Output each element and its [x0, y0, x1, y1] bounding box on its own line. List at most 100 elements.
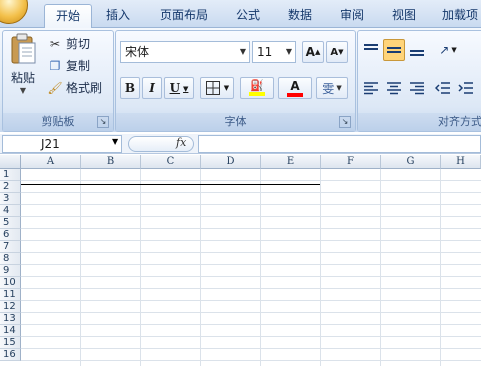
column-gridline	[140, 169, 141, 366]
tab-view[interactable]: 视图	[382, 4, 426, 28]
bold-button[interactable]: B	[120, 77, 140, 99]
row-gridline	[21, 192, 481, 193]
formula-input[interactable]	[198, 135, 481, 153]
underline-icon: U	[169, 81, 181, 95]
grow-font-icon: A	[305, 45, 315, 59]
column-header-b[interactable]: B	[81, 155, 141, 169]
align-center-button[interactable]	[383, 77, 405, 99]
tab-formulas[interactable]: 公式	[226, 4, 270, 28]
font-group-label: 字体	[116, 113, 355, 131]
tab-insert[interactable]: 插入	[98, 4, 138, 28]
align-top-button[interactable]	[360, 39, 382, 61]
row-header-9[interactable]: 9	[0, 265, 21, 277]
formula-bar: J21 ▼ fx	[0, 134, 481, 154]
row-header-11[interactable]: 11	[0, 289, 21, 301]
column-gridline	[80, 169, 81, 366]
shrink-font-icon: A	[330, 46, 339, 58]
clipboard-dialog-launcher-icon[interactable]: ↘	[97, 116, 109, 128]
decrease-indent-icon	[435, 82, 450, 94]
grow-font-button[interactable]: A ▲	[302, 41, 324, 63]
row-header-10[interactable]: 10	[0, 277, 21, 289]
font-group: 宋体 ▼ 11 ▼ A ▲ A ▼ B I U ▼ ▼ ⛽ A 雯 ▼ 字体 ↘	[115, 30, 356, 132]
row-gridline	[21, 252, 481, 253]
column-header-g[interactable]: G	[381, 155, 441, 169]
tab-data[interactable]: 数据	[278, 4, 322, 28]
row-gridline	[21, 348, 481, 349]
paste-dropdown-arrow[interactable]: ▼	[20, 86, 26, 95]
align-middle-button[interactable]	[383, 39, 405, 61]
tab-page-layout[interactable]: 页面布局	[148, 4, 220, 28]
shrink-font-button[interactable]: A ▼	[326, 41, 348, 63]
align-center-icon	[387, 82, 401, 95]
tab-home[interactable]: 开始	[44, 4, 92, 30]
copy-icon: ❐	[49, 58, 61, 73]
row-header-7[interactable]: 7	[0, 241, 21, 253]
row-header-3[interactable]: 3	[0, 193, 21, 205]
row-header-5[interactable]: 5	[0, 217, 21, 229]
italic-icon: I	[149, 81, 155, 95]
column-gridline	[200, 169, 201, 366]
column-gridline	[380, 169, 381, 366]
column-gridline	[440, 169, 441, 366]
column-header-h[interactable]: H	[441, 155, 481, 169]
font-size-combobox[interactable]: 11 ▼	[252, 41, 296, 63]
select-all-corner[interactable]	[0, 155, 21, 169]
column-gridline	[320, 169, 321, 366]
office-button[interactable]	[0, 0, 28, 24]
column-header-f[interactable]: F	[321, 155, 381, 169]
align-left-button[interactable]	[360, 77, 382, 99]
align-middle-icon	[387, 47, 401, 53]
column-header-d[interactable]: D	[201, 155, 261, 169]
row-header-1[interactable]: 1	[0, 169, 21, 181]
worksheet-grid[interactable]: ABCDEFGH 1 2 3 4 5 6 7 8 9 10 11 12 13 14 15 16	[0, 155, 481, 366]
column-header-e[interactable]: E	[261, 155, 321, 169]
bold-icon: B	[124, 81, 136, 95]
borders-button[interactable]: ▼	[200, 77, 234, 99]
phonetic-guide-button[interactable]: 雯 ▼	[316, 77, 348, 99]
row-header-2[interactable]: 2	[0, 181, 21, 193]
chevron-down-icon[interactable]: ▼	[240, 42, 246, 62]
align-right-icon	[410, 82, 424, 95]
row-header-13[interactable]: 13	[0, 313, 21, 325]
row-header-15[interactable]: 15	[0, 337, 21, 349]
row-header-16[interactable]: 16	[0, 349, 21, 361]
ribbon-tab-bar: 开始 插入 页面布局 公式 数据 审阅 视图 加载项	[0, 0, 481, 30]
name-box[interactable]: J21	[2, 135, 122, 153]
italic-button[interactable]: I	[142, 77, 162, 99]
row-header-8[interactable]: 8	[0, 253, 21, 265]
fill-color-button[interactable]: ⛽	[240, 77, 274, 99]
font-name-combobox[interactable]: 宋体 ▼	[120, 41, 250, 63]
font-dialog-launcher-icon[interactable]: ↘	[339, 116, 351, 128]
underline-button[interactable]: U ▼	[164, 77, 194, 99]
copy-button[interactable]: ❐ 复制	[47, 57, 90, 74]
paste-button[interactable]: 粘贴 ▼	[7, 33, 39, 105]
format-painter-button[interactable]: 🖌 格式刷	[47, 79, 102, 96]
row-header-14[interactable]: 14	[0, 325, 21, 337]
column-header-c[interactable]: C	[141, 155, 201, 169]
ribbon: 粘贴 ▼ ✂ 剪切 ❐ 复制 🖌 格式刷 剪贴板 ↘ 宋体 ▼ 11 ▼ A▲	[0, 28, 481, 132]
align-bottom-icon	[410, 50, 424, 56]
row-gridline	[21, 216, 481, 217]
row-header-4[interactable]: 4	[0, 205, 21, 217]
row-header-6[interactable]: 6	[0, 229, 21, 241]
paste-label: 粘贴	[10, 71, 35, 85]
font-color-button[interactable]: A	[278, 77, 312, 99]
clipboard-group: 粘贴 ▼ ✂ 剪切 ❐ 复制 🖌 格式刷 剪贴板 ↘	[2, 30, 114, 132]
tab-review[interactable]: 审阅	[330, 4, 374, 28]
cut-button[interactable]: ✂ 剪切	[47, 35, 90, 52]
align-right-button[interactable]	[406, 77, 428, 99]
phonetic-icon: 雯	[322, 81, 335, 96]
column-header-a[interactable]: A	[21, 155, 81, 169]
insert-function-button[interactable]: fx	[176, 136, 186, 149]
row-header-12[interactable]: 12	[0, 301, 21, 313]
cell-bottom-border	[21, 184, 320, 185]
tab-addins[interactable]: 加载项	[432, 4, 481, 28]
decrease-indent-button[interactable]	[432, 77, 454, 99]
paste-icon	[11, 33, 36, 64]
increase-indent-button[interactable]	[455, 77, 477, 99]
name-box-dropdown-icon[interactable]: ▼	[112, 137, 118, 146]
orientation-button[interactable]: ↗ ▼	[432, 39, 464, 61]
chevron-down-icon[interactable]: ▼	[286, 42, 292, 62]
format-painter-label: 格式刷	[66, 81, 103, 95]
align-bottom-button[interactable]	[406, 39, 428, 61]
